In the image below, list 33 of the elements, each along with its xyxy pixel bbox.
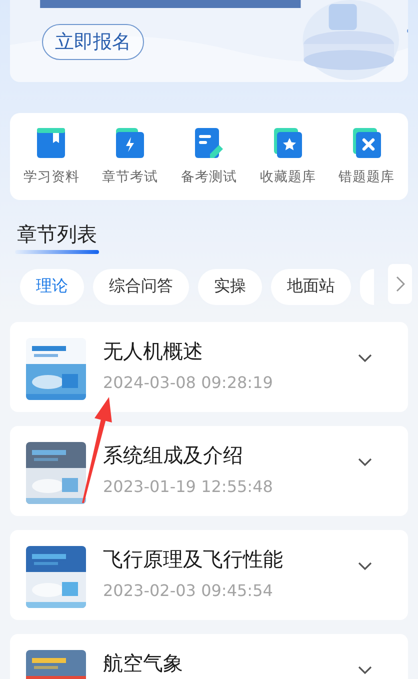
- chapter-title: 无人机概述: [103, 339, 204, 364]
- category-tab[interactable]: 地面站: [271, 268, 351, 304]
- category-tab[interactable]: 实操: [198, 268, 262, 304]
- shortcut-button[interactable]: 错题题库: [328, 127, 406, 186]
- chevron-right-icon: [396, 276, 404, 292]
- section-title: 章节列表: [17, 221, 97, 247]
- lightning-icon: [115, 127, 146, 159]
- category-tab[interactable]: 理论: [20, 268, 84, 304]
- shortcut-button[interactable]: 收藏题库: [248, 127, 327, 186]
- chapter-date: 2023-01-19 12:55:48: [103, 477, 274, 496]
- shortcut-button[interactable]: 学习资料: [12, 127, 90, 186]
- chapter-card[interactable]: 飞行原理及飞行性能 2023-02-03 09:45:54: [10, 530, 408, 620]
- chapter-card[interactable]: 无人机概述 2024-03-08 09:28:19: [10, 322, 408, 412]
- chapter-date: 2024-03-08 09:28:19: [103, 373, 274, 392]
- chevron-down-icon[interactable]: [358, 458, 372, 467]
- signup-button[interactable]: 立即报名: [42, 24, 144, 60]
- cross-icon: [352, 127, 382, 159]
- bookmark-icon: [36, 127, 66, 159]
- chevron-down-icon[interactable]: [358, 354, 372, 363]
- next-button[interactable]: [388, 264, 412, 304]
- note-icon: [194, 127, 224, 159]
- chevron-down-icon[interactable]: [358, 562, 372, 571]
- chapter-card[interactable]: 系统组成及介绍 2023-01-19 12:55:48: [10, 426, 408, 516]
- star-icon: [272, 127, 303, 159]
- shortcut-button[interactable]: 章节考试: [91, 127, 170, 186]
- chapter-title: 系统组成及介绍: [103, 443, 244, 468]
- chapter-title: 飞行原理及飞行性能: [103, 547, 284, 572]
- chevron-down-icon[interactable]: [358, 666, 372, 675]
- shortcut-button[interactable]: 备考测试: [170, 127, 248, 186]
- category-tab[interactable]: 综合问答: [93, 268, 189, 304]
- chapter-card[interactable]: 航空气象: [10, 634, 408, 679]
- chapter-title: 航空气象: [103, 651, 184, 676]
- chapter-date: 2023-02-03 09:45:54: [103, 581, 274, 600]
